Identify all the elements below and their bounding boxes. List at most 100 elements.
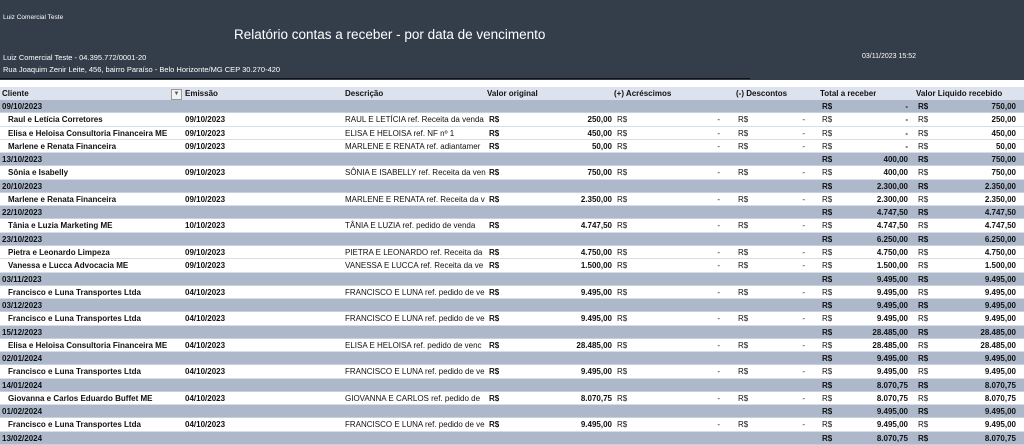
total-currency[interactable]: R$ <box>822 100 832 113</box>
descontos-currency[interactable]: R$ <box>738 140 748 153</box>
group-total[interactable]: 8.070,75 <box>840 432 908 445</box>
liquido-currency[interactable]: R$ <box>918 180 928 193</box>
due-date[interactable]: 03/12/2023 <box>2 299 42 312</box>
descontos[interactable]: - <box>785 127 805 140</box>
group-total[interactable]: - <box>840 100 908 113</box>
acrescimos-currency[interactable]: R$ <box>617 339 627 352</box>
total-receber[interactable]: 1.500,00 <box>840 259 908 272</box>
due-date[interactable]: 22/10/2023 <box>2 206 42 219</box>
descontos-currency[interactable]: R$ <box>738 312 748 325</box>
group-liquido[interactable]: 750,00 <box>935 153 1016 166</box>
col-valor-liquido[interactable]: Valor Liquido recebido <box>916 87 1002 100</box>
valor-original[interactable]: 28.485,00 <box>520 339 612 352</box>
acrescimos-currency[interactable]: R$ <box>617 392 627 405</box>
total-currency[interactable]: R$ <box>822 392 832 405</box>
total-receber[interactable]: 28.485,00 <box>840 339 908 352</box>
due-date[interactable]: 14/01/2024 <box>2 379 42 392</box>
emissao[interactable]: 04/10/2023 <box>185 392 225 405</box>
valor-original[interactable]: 50,00 <box>520 140 612 153</box>
group-liquido[interactable]: 2.350,00 <box>935 180 1016 193</box>
total-currency[interactable]: R$ <box>822 219 832 232</box>
liquido-currency[interactable]: R$ <box>918 233 928 246</box>
emissao[interactable]: 09/10/2023 <box>185 246 225 259</box>
liquido-currency[interactable]: R$ <box>918 246 928 259</box>
col-emissao[interactable]: Emissão <box>185 87 218 100</box>
valor-currency[interactable]: R$ <box>489 219 499 232</box>
due-date[interactable]: 20/10/2023 <box>2 180 42 193</box>
liquido-currency[interactable]: R$ <box>918 259 928 272</box>
acrescimos-currency[interactable]: R$ <box>617 166 627 179</box>
valor-original[interactable]: 4.747,50 <box>520 219 612 232</box>
col-cliente[interactable]: Cliente <box>2 87 29 100</box>
emissao[interactable]: 10/10/2023 <box>185 219 225 232</box>
descontos-currency[interactable]: R$ <box>738 365 748 378</box>
acrescimos[interactable]: - <box>700 392 720 405</box>
acrescimos[interactable]: - <box>700 140 720 153</box>
total-currency[interactable]: R$ <box>822 206 832 219</box>
descricao[interactable]: MARLENE E RENATA ref. adiantamer <box>345 140 487 153</box>
valor-currency[interactable]: R$ <box>489 259 499 272</box>
group-total[interactable]: 6.250,00 <box>840 233 908 246</box>
acrescimos-currency[interactable]: R$ <box>617 259 627 272</box>
descontos-currency[interactable]: R$ <box>738 392 748 405</box>
total-currency[interactable]: R$ <box>822 246 832 259</box>
valor-currency[interactable]: R$ <box>489 127 499 140</box>
valor-liquido[interactable]: 50,00 <box>935 140 1016 153</box>
acrescimos[interactable]: - <box>700 259 720 272</box>
due-date[interactable]: 13/10/2023 <box>2 153 42 166</box>
acrescimos-currency[interactable]: R$ <box>617 418 627 431</box>
valor-currency[interactable]: R$ <box>489 392 499 405</box>
total-currency[interactable]: R$ <box>822 113 832 126</box>
valor-liquido[interactable]: 4.747,50 <box>935 219 1016 232</box>
col-descontos[interactable]: (-) Descontos <box>736 87 787 100</box>
valor-liquido[interactable]: 9.495,00 <box>935 365 1016 378</box>
total-currency[interactable]: R$ <box>822 153 832 166</box>
group-total[interactable]: 4.747,50 <box>840 206 908 219</box>
group-liquido[interactable]: 8.070,75 <box>935 379 1016 392</box>
descricao[interactable]: FRANCISCO E LUNA ref. pedido de ve <box>345 418 487 431</box>
group-total[interactable]: 8.070,75 <box>840 379 908 392</box>
acrescimos[interactable]: - <box>700 339 720 352</box>
liquido-currency[interactable]: R$ <box>918 127 928 140</box>
descontos[interactable]: - <box>785 246 805 259</box>
liquido-currency[interactable]: R$ <box>918 418 928 431</box>
total-currency[interactable]: R$ <box>822 166 832 179</box>
acrescimos-currency[interactable]: R$ <box>617 286 627 299</box>
cliente[interactable]: Elisa e Heloisa Consultoria Financeira M… <box>8 127 181 140</box>
col-descricao[interactable]: Descrição <box>345 87 383 100</box>
total-currency[interactable]: R$ <box>822 180 832 193</box>
total-currency[interactable]: R$ <box>822 418 832 431</box>
valor-currency[interactable]: R$ <box>489 365 499 378</box>
descontos[interactable]: - <box>785 418 805 431</box>
descricao[interactable]: TÂNIA E LUZIA ref. pedido de venda <box>345 219 487 232</box>
valor-liquido[interactable]: 4.750,00 <box>935 246 1016 259</box>
descontos[interactable]: - <box>785 166 805 179</box>
descontos-currency[interactable]: R$ <box>738 113 748 126</box>
descricao[interactable]: ELISA E HELOISA ref. NF nº 1 <box>345 127 487 140</box>
cliente[interactable]: Pietra e Leonardo Limpeza <box>8 246 181 259</box>
descricao[interactable]: FRANCISCO E LUNA ref. pedido de ve <box>345 312 487 325</box>
valor-original[interactable]: 1.500,00 <box>520 259 612 272</box>
descricao[interactable]: VANESSA E LUCCA ref. Receita da ve <box>345 259 487 272</box>
cliente[interactable]: Vanessa e Lucca Advocacia ME <box>8 259 181 272</box>
group-liquido[interactable]: 750,00 <box>935 100 1016 113</box>
valor-liquido[interactable]: 450,00 <box>935 127 1016 140</box>
liquido-currency[interactable]: R$ <box>918 326 928 339</box>
acrescimos[interactable]: - <box>700 286 720 299</box>
due-date[interactable]: 09/10/2023 <box>2 100 42 113</box>
cliente[interactable]: Tânia e Luzia Marketing ME <box>8 219 181 232</box>
group-liquido[interactable]: 4.747,50 <box>935 206 1016 219</box>
acrescimos-currency[interactable]: R$ <box>617 312 627 325</box>
descontos-currency[interactable]: R$ <box>738 193 748 206</box>
emissao[interactable]: 09/10/2023 <box>185 193 225 206</box>
emissao[interactable]: 09/10/2023 <box>185 259 225 272</box>
cliente[interactable]: Elisa e Heloisa Consultoria Financeira M… <box>8 339 181 352</box>
total-currency[interactable]: R$ <box>822 365 832 378</box>
total-currency[interactable]: R$ <box>822 379 832 392</box>
liquido-currency[interactable]: R$ <box>918 352 928 365</box>
descontos[interactable]: - <box>785 312 805 325</box>
liquido-currency[interactable]: R$ <box>918 286 928 299</box>
descontos-currency[interactable]: R$ <box>738 219 748 232</box>
total-currency[interactable]: R$ <box>822 259 832 272</box>
descricao[interactable]: MARLENE E RENATA ref. Receita da v <box>345 193 487 206</box>
